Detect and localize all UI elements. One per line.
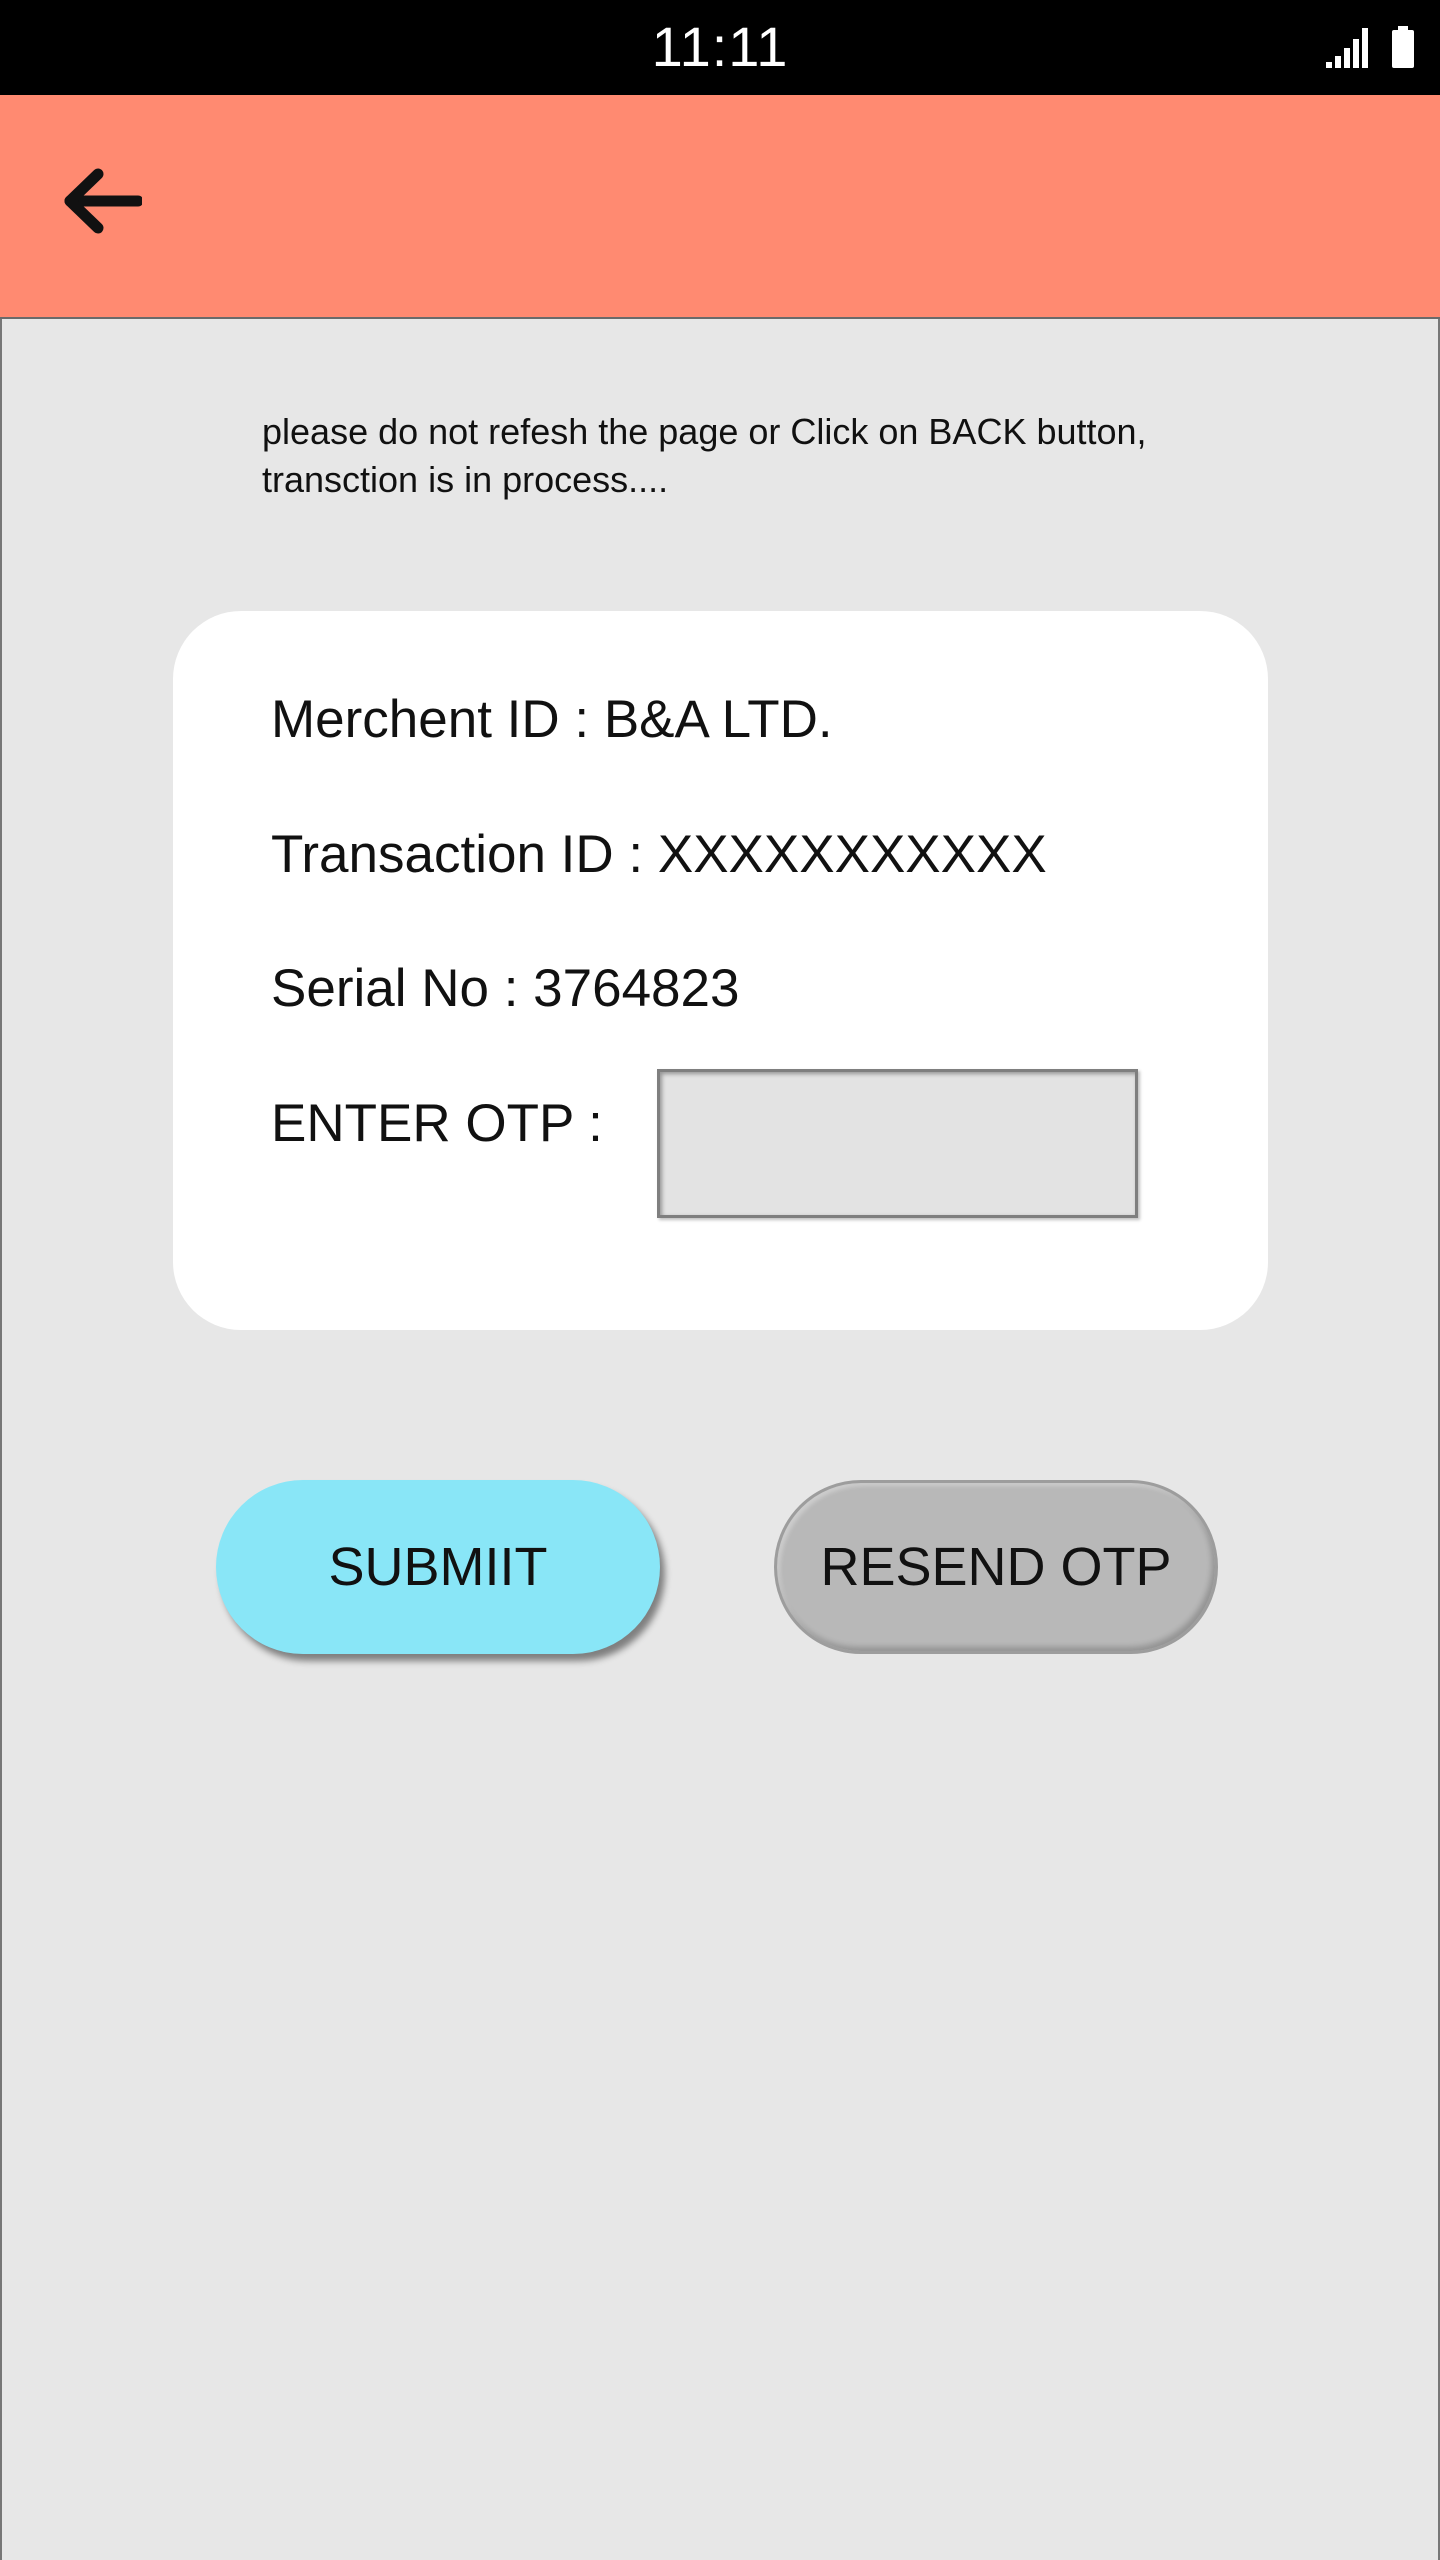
merchant-id-text: Merchent ID : B&A LTD. [271, 690, 833, 749]
app-bar [0, 95, 1440, 319]
signal-icon [1326, 28, 1372, 73]
back-button[interactable] [52, 163, 152, 243]
battery-icon [1392, 26, 1414, 73]
status-icons [1326, 26, 1414, 73]
resend-otp-button[interactable]: RESEND OTP [774, 1480, 1218, 1654]
otp-input[interactable] [657, 1069, 1138, 1218]
processing-notice: please do not refesh the page or Click o… [262, 411, 1147, 500]
status-bar: 11:11 [0, 0, 1440, 95]
serial-no-text: Serial No : 3764823 [271, 959, 740, 1018]
transaction-id-text: Transaction ID : XXXXXXXXXXX [271, 825, 1047, 884]
status-time: 11:11 [651, 15, 789, 78]
submit-button[interactable]: SUBMIIT [216, 1480, 660, 1654]
otp-label: ENTER OTP : [271, 1094, 603, 1153]
arrow-left-icon [62, 168, 144, 239]
